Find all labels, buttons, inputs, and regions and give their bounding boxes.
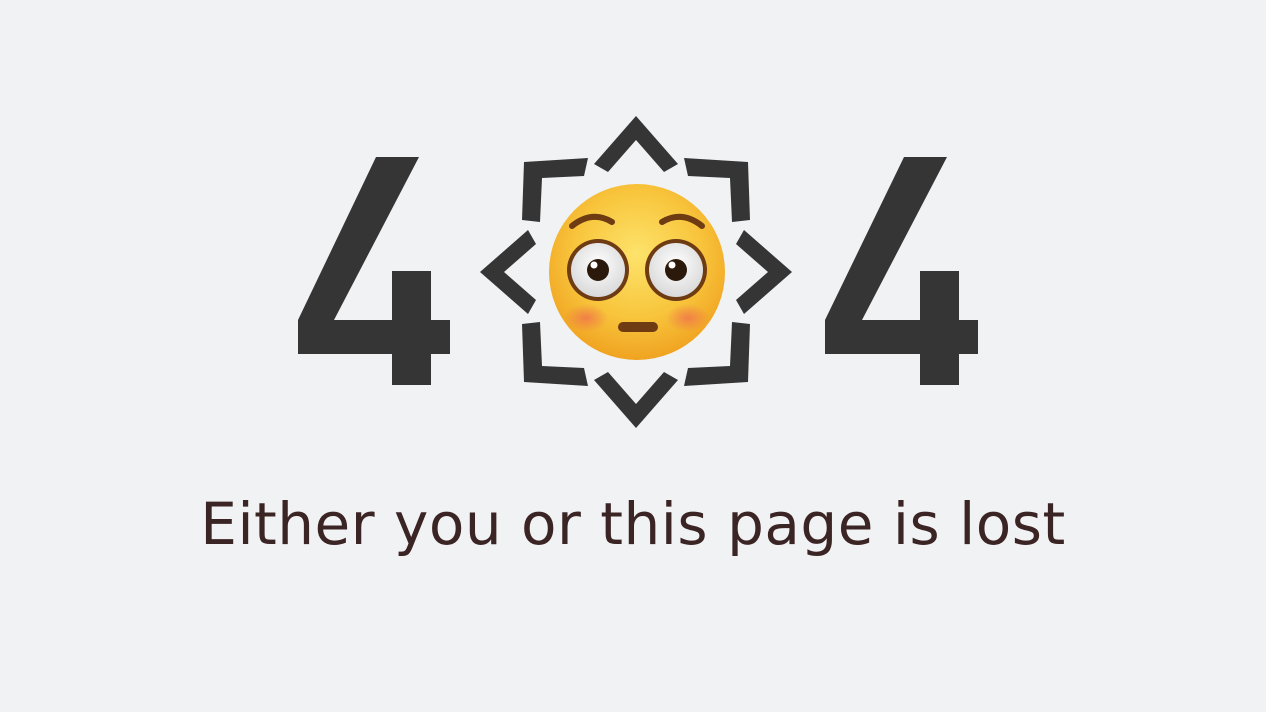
digit-four-right <box>825 157 978 385</box>
error-page: 4 4 Either you or this page is lost <box>0 0 1266 712</box>
error-code-404: 4 4 <box>0 0 1266 460</box>
digit-four-left <box>298 157 450 385</box>
error-code-graphic <box>298 116 978 428</box>
flushed-face-emoji <box>549 184 725 360</box>
error-message: Either you or this page is lost <box>200 490 1066 558</box>
